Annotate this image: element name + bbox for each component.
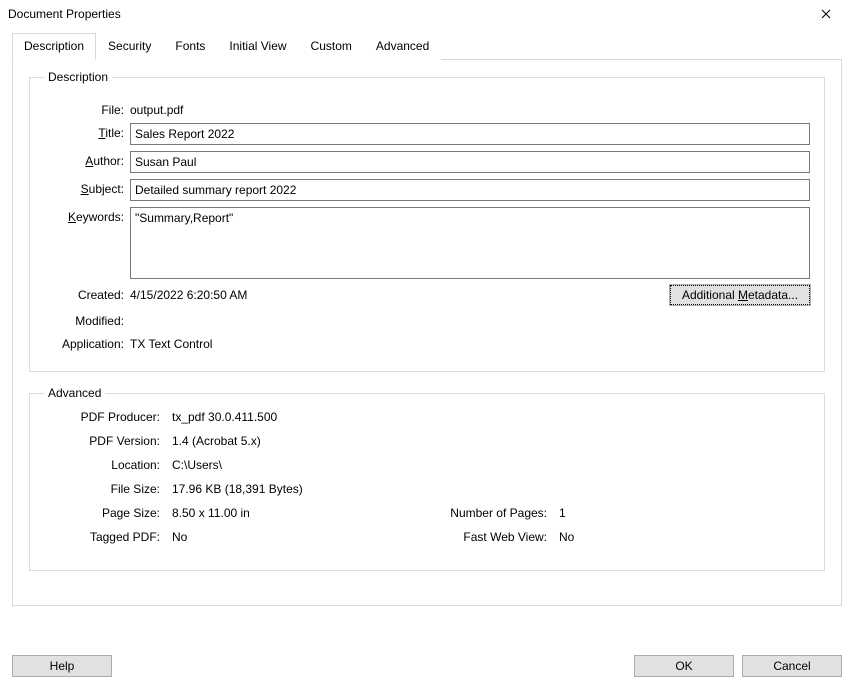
file-size-label: File Size:	[44, 482, 164, 496]
title-input[interactable]	[130, 123, 810, 145]
dialog-footer: Help OK Cancel	[0, 645, 854, 691]
tagged-pdf-label: Tagged PDF:	[44, 530, 164, 544]
title-bar: Document Properties	[0, 0, 854, 28]
keywords-input[interactable]	[130, 207, 810, 279]
help-button[interactable]: Help	[12, 655, 112, 677]
tab-advanced[interactable]: Advanced	[364, 33, 441, 60]
page-size-value: 8.50 x 11.00 in	[172, 506, 423, 520]
cancel-button[interactable]: Cancel	[742, 655, 842, 677]
window-title: Document Properties	[8, 7, 121, 21]
close-icon	[821, 9, 831, 19]
application-value: TX Text Control	[130, 334, 810, 351]
tab-security[interactable]: Security	[96, 33, 163, 60]
modified-label: Modified:	[44, 311, 130, 328]
tagged-pdf-value: No	[172, 530, 423, 544]
file-size-value: 17.96 KB (18,391 Bytes)	[172, 482, 810, 496]
group-description: Description File: output.pdf Title: Auth…	[29, 70, 825, 372]
author-input[interactable]	[130, 151, 810, 173]
title-label: Title:	[44, 123, 130, 140]
keywords-label: Keywords:	[44, 207, 130, 224]
created-value: 4/15/2022 6:20:50 AM	[130, 285, 670, 305]
file-value: output.pdf	[130, 100, 810, 117]
group-description-legend: Description	[44, 70, 112, 84]
ok-button[interactable]: OK	[634, 655, 734, 677]
tab-fonts[interactable]: Fonts	[163, 33, 217, 60]
subject-input[interactable]	[130, 179, 810, 201]
fast-web-label: Fast Web View:	[431, 530, 551, 544]
modified-value	[130, 311, 810, 314]
application-label: Application:	[44, 334, 130, 351]
group-advanced: Advanced PDF Producer: tx_pdf 30.0.411.5…	[29, 386, 825, 571]
tab-strip: Description Security Fonts Initial View …	[12, 32, 842, 60]
file-label: File:	[44, 100, 130, 117]
tab-description[interactable]: Description	[12, 33, 96, 60]
num-pages-value: 1	[559, 506, 810, 520]
location-label: Location:	[44, 458, 164, 472]
fast-web-value: No	[559, 530, 810, 544]
tab-panel-description: Description File: output.pdf Title: Auth…	[12, 60, 842, 606]
num-pages-label: Number of Pages:	[431, 506, 551, 520]
pdf-producer-value: tx_pdf 30.0.411.500	[172, 410, 810, 424]
pdf-producer-label: PDF Producer:	[44, 410, 164, 424]
group-advanced-legend: Advanced	[44, 386, 105, 400]
location-value: C:\Users\	[172, 458, 810, 472]
created-label: Created:	[44, 285, 130, 305]
author-label: Author:	[44, 151, 130, 168]
subject-label: Subject:	[44, 179, 130, 196]
additional-metadata-button[interactable]: Additional Metadata...	[670, 285, 810, 305]
tab-custom[interactable]: Custom	[299, 33, 364, 60]
tab-initial-view[interactable]: Initial View	[217, 33, 298, 60]
pdf-version-value: 1.4 (Acrobat 5.x)	[172, 434, 810, 448]
pdf-version-label: PDF Version:	[44, 434, 164, 448]
close-button[interactable]	[806, 2, 846, 26]
page-size-label: Page Size:	[44, 506, 164, 520]
